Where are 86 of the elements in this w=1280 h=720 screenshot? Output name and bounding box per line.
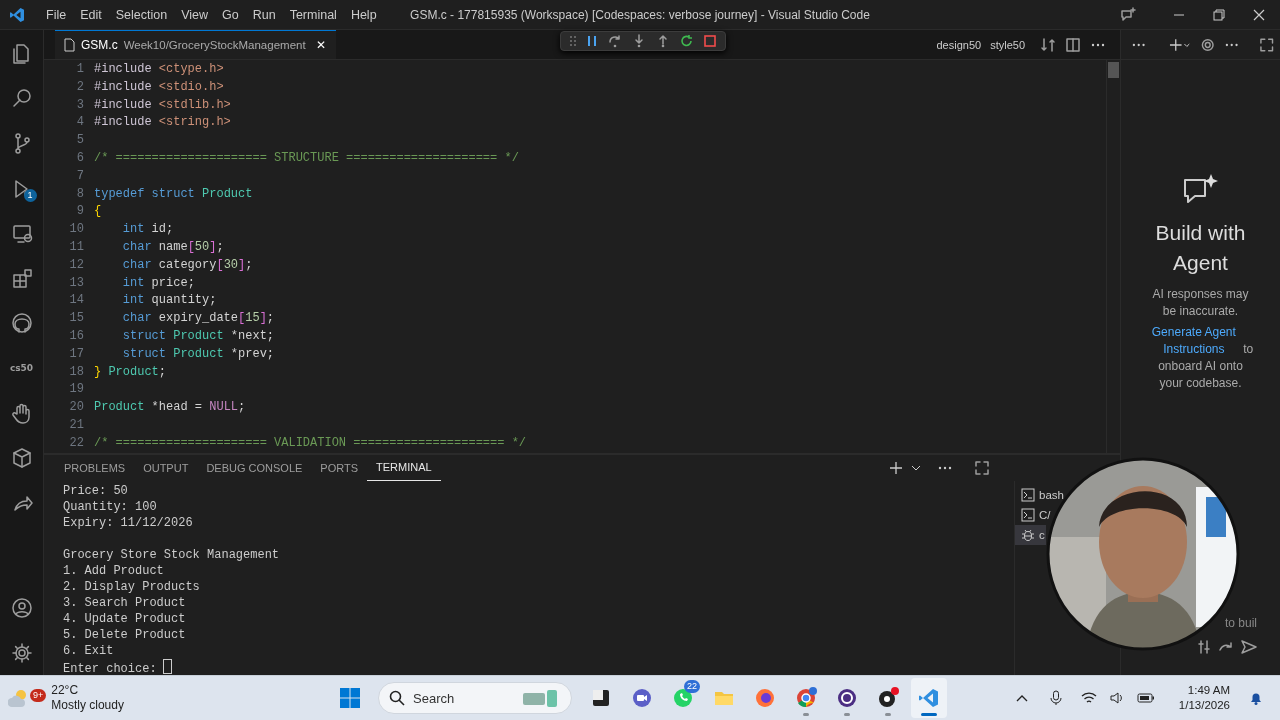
menu-item[interactable]: View [174, 4, 215, 25]
toolbar-label[interactable]: style50 [990, 38, 1025, 51]
line-number: 8 [75, 185, 85, 203]
line-number: 15 [68, 310, 85, 328]
terminal-line: 4. Update Product [63, 611, 187, 627]
line-number: 5 [75, 132, 85, 150]
line-number: 1 [75, 61, 85, 78]
code-line: struct Product *next; [121, 327, 275, 345]
notification-badge: 1 [23, 189, 37, 202]
terminal-line: Expiry: 11/12/2026 [63, 515, 194, 531]
toolbar-label[interactable]: design50 [936, 38, 982, 51]
clock-date[interactable]: 1/13/2026 [1178, 698, 1230, 713]
clock-time[interactable]: 1:49 AM [1187, 683, 1230, 698]
search-field[interactable]: Search [378, 682, 572, 714]
code-line: char expiry_date[15]; [121, 310, 275, 328]
code-line: #include <ctype.h> [94, 61, 224, 78]
taskbar-app[interactable]: 22 [666, 678, 700, 718]
code-line: char name[50]; [121, 238, 224, 256]
menu-item[interactable]: Help [343, 4, 384, 25]
editor-tab[interactable]: GSM.c Week10/GroceryStockManagement ✕ [55, 30, 336, 59]
code-line: #include <stdio.h> [94, 78, 224, 96]
menu-item[interactable]: Run [245, 4, 283, 25]
weather-condition: Mostly cloudy [51, 698, 124, 713]
code-line: #include <stdlib.h> [94, 96, 231, 114]
code-line: } Product; [94, 363, 166, 381]
terminal-line: Enter choice: [63, 659, 1014, 675]
line-number: 9 [75, 203, 85, 221]
terminal-line: Quantity: 100 [63, 499, 158, 515]
menu-item[interactable]: File [39, 4, 74, 25]
code-line: typedef struct Product [94, 185, 253, 203]
menu-item[interactable]: Go [215, 4, 246, 25]
code-line: Product *head = NULL; [94, 399, 246, 417]
code-line: { [94, 203, 102, 221]
panel-tab[interactable]: PROBLEMS [55, 455, 135, 481]
notification-badge: 22 [684, 680, 700, 693]
window-title: GSM.c - 177815935 (Workspace) [Codespaces: verbose journey] - Visual Studio Code [410, 7, 870, 22]
line-number: 6 [75, 150, 85, 167]
code-line: /* ===================== STRUCTURE ===================== */ [94, 150, 519, 167]
code-line: int id; [121, 221, 174, 239]
menu-item[interactable]: Terminal [282, 4, 344, 25]
code-line: char category[30]; [121, 256, 253, 274]
cs50-label[interactable]: cs50 [9, 362, 34, 373]
terminal-line: 5. Delete Product [63, 627, 187, 643]
chat-input-text[interactable]: to buil [1224, 616, 1257, 630]
line-number: 3 [75, 96, 85, 114]
code-line: int price; [121, 274, 195, 292]
line-number: 20 [68, 399, 85, 417]
chat-title: Build with Agent [1154, 220, 1247, 276]
chat-note: AI responses may be inaccurate. [1151, 286, 1250, 320]
terminal-line: 1. Add Product [63, 563, 165, 579]
menu-item[interactable]: Edit [73, 4, 109, 25]
line-number: 11 [68, 238, 85, 256]
weather-temperature: 22°C [51, 683, 80, 698]
line-number: 12 [68, 256, 85, 274]
terminal-item[interactable]: c [1015, 525, 1046, 545]
line-number: 4 [75, 114, 85, 132]
terminal-line: 6. Exit [63, 643, 115, 659]
chat-paragraph: Generate Agent Instructions to onboard AI onto your codebase. [1145, 324, 1256, 392]
terminal-line: 3. Search Product [63, 595, 187, 611]
line-number: 17 [68, 345, 85, 363]
line-number: 22 [68, 434, 85, 452]
panel-tab[interactable]: DEBUG CONSOLE [197, 455, 312, 481]
line-number: 16 [68, 327, 85, 345]
code-line: int quantity; [121, 292, 217, 310]
instructions-link[interactable]: Generate Agent Instructions [1147, 324, 1240, 358]
code-line: /* ===================== VALIDATION ===================== */ [94, 434, 527, 452]
line-number: 18 [68, 363, 85, 381]
terminal-line: Price: 50 [63, 483, 129, 499]
panel-tab[interactable]: TERMINAL [367, 455, 441, 481]
menu-item[interactable]: Selection [108, 4, 175, 25]
line-number: 7 [75, 167, 85, 185]
line-number: 10 [68, 221, 85, 239]
terminal-item[interactable]: bash [1015, 485, 1065, 505]
terminal-line: Grocery Store Stock Management [63, 547, 281, 563]
line-number: 19 [68, 381, 85, 399]
code-line: #include <string.h> [94, 114, 231, 132]
terminal-item[interactable]: C/ [1015, 505, 1052, 525]
line-number: 2 [75, 78, 85, 96]
panel-tab[interactable]: PORTS [311, 455, 368, 481]
line-number: 14 [68, 292, 85, 310]
notification-badge: 9+ [30, 689, 47, 702]
line-number: 13 [68, 274, 85, 292]
code-line: struct Product *prev; [121, 345, 275, 363]
panel-tab[interactable]: OUTPUT [134, 455, 198, 481]
line-number: 21 [68, 416, 85, 434]
terminal-line: 2. Display Products [63, 579, 201, 595]
